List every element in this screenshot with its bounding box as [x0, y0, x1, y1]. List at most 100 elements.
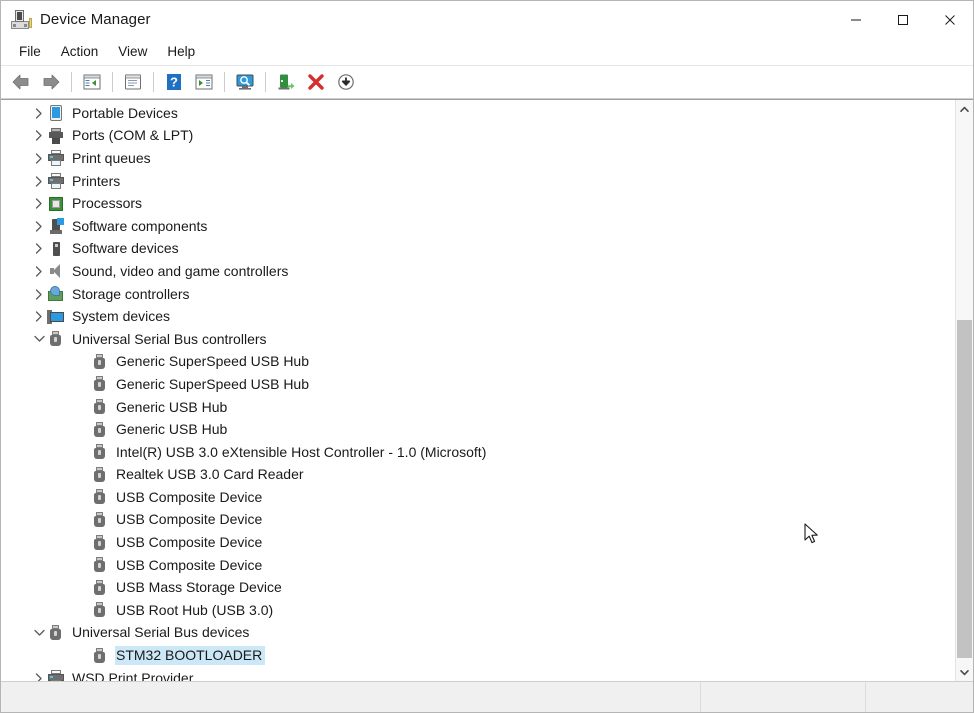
- device-tree[interactable]: Portable Devices Ports (COM & LPT) Print q…: [1, 100, 955, 681]
- expander-expanded[interactable]: [31, 622, 47, 644]
- minimize-button[interactable]: [832, 1, 879, 38]
- expander-collapsed[interactable]: [31, 215, 47, 237]
- chevron-right-icon: [35, 198, 43, 209]
- toolbar-separator: [224, 72, 225, 92]
- chevron-right-icon: [35, 108, 43, 119]
- statusbar-cell-3: [866, 682, 973, 712]
- tree-row-label: Generic SuperSpeed USB Hub: [115, 375, 312, 394]
- menu-item-file[interactable]: File: [9, 40, 51, 63]
- usb-icon: [91, 375, 109, 393]
- tree-row[interactable]: USB Composite Device: [1, 509, 955, 532]
- usb-icon: [91, 556, 109, 574]
- usb-icon: [91, 488, 109, 506]
- menu-item-view[interactable]: View: [108, 40, 157, 63]
- menu-item-action[interactable]: Action: [51, 40, 109, 63]
- tree-row-label: USB Composite Device: [115, 556, 265, 575]
- tree-row[interactable]: USB Composite Device: [1, 554, 955, 577]
- window-controls: [832, 1, 973, 38]
- tree-row[interactable]: USB Mass Storage Device: [1, 576, 955, 599]
- chevron-down-icon: [34, 629, 45, 637]
- expander-collapsed[interactable]: [31, 125, 47, 147]
- tree-row-label: Printers: [71, 172, 123, 191]
- tree-row-label: Realtek USB 3.0 Card Reader: [115, 465, 307, 484]
- tree-row[interactable]: WSD Print Provider: [1, 667, 955, 681]
- tree-row[interactable]: Generic SuperSpeed USB Hub: [1, 351, 955, 374]
- expander-collapsed[interactable]: [31, 667, 47, 681]
- expander-collapsed[interactable]: [31, 306, 47, 328]
- tree-row[interactable]: Processors: [1, 192, 955, 215]
- chevron-right-icon: [35, 153, 43, 164]
- disable-device-button[interactable]: [302, 69, 330, 95]
- statusbar-cell-2: [701, 682, 866, 712]
- tree-row[interactable]: Storage controllers: [1, 283, 955, 306]
- expander-collapsed[interactable]: [31, 193, 47, 215]
- update-driver-button[interactable]: [272, 69, 300, 95]
- tree-row[interactable]: Universal Serial Bus devices: [1, 622, 955, 645]
- content-area: Portable Devices Ports (COM & LPT) Print q…: [1, 99, 973, 681]
- tree-row[interactable]: STM32 BOOTLOADER: [1, 644, 955, 667]
- titlebar: Device Manager: [1, 1, 973, 38]
- tree-row-label: USB Composite Device: [115, 488, 265, 507]
- menu-item-help[interactable]: Help: [157, 40, 205, 63]
- show-hide-console-tree-button[interactable]: [78, 69, 106, 95]
- scrollbar-track[interactable]: [956, 118, 973, 663]
- tree-row[interactable]: System devices: [1, 305, 955, 328]
- system-device-icon: [47, 308, 65, 326]
- tree-row-label: Generic SuperSpeed USB Hub: [115, 352, 312, 371]
- help-button[interactable]: ?: [160, 69, 188, 95]
- tree-row[interactable]: USB Composite Device: [1, 486, 955, 509]
- close-icon: [944, 14, 956, 26]
- chevron-down-icon: [34, 335, 45, 343]
- usb-icon: [91, 466, 109, 484]
- tree-row[interactable]: Sound, video and game controllers: [1, 260, 955, 283]
- tree-row[interactable]: Generic USB Hub: [1, 418, 955, 441]
- uninstall-device-button[interactable]: [332, 69, 360, 95]
- vertical-scrollbar[interactable]: [955, 100, 973, 681]
- tree-row-label: Portable Devices: [71, 104, 181, 123]
- scan-for-hardware-changes-button[interactable]: [231, 69, 259, 95]
- scrollbar-thumb[interactable]: [957, 320, 972, 658]
- tree-row[interactable]: Generic USB Hub: [1, 396, 955, 419]
- tree-row[interactable]: Software components: [1, 215, 955, 238]
- usb-icon: [91, 579, 109, 597]
- expander-collapsed[interactable]: [31, 147, 47, 169]
- tree-row[interactable]: USB Composite Device: [1, 531, 955, 554]
- tree-row[interactable]: Portable Devices: [1, 102, 955, 125]
- close-button[interactable]: [926, 1, 973, 38]
- scroll-down-button[interactable]: [956, 663, 973, 681]
- expander-collapsed[interactable]: [31, 170, 47, 192]
- tree-row-label: Ports (COM & LPT): [71, 126, 196, 145]
- tree-row[interactable]: Realtek USB 3.0 Card Reader: [1, 464, 955, 487]
- svg-text:?: ?: [170, 75, 178, 90]
- chevron-right-icon: [35, 130, 43, 141]
- expander-collapsed[interactable]: [31, 238, 47, 260]
- scroll-up-button[interactable]: [956, 100, 973, 118]
- properties-button[interactable]: [119, 69, 147, 95]
- tree-row[interactable]: Universal Serial Bus controllers: [1, 328, 955, 351]
- tree-row-label: Sound, video and game controllers: [71, 262, 291, 281]
- tree-row-label: STM32 BOOTLOADER: [115, 646, 265, 665]
- tree-row[interactable]: Generic SuperSpeed USB Hub: [1, 373, 955, 396]
- tree-row-label: Universal Serial Bus controllers: [71, 330, 270, 349]
- show-hide-action-pane-button[interactable]: [190, 69, 218, 95]
- forward-button[interactable]: [37, 69, 65, 95]
- tree-row[interactable]: Ports (COM & LPT): [1, 125, 955, 148]
- minimize-icon: [850, 14, 862, 26]
- usb-icon: [91, 601, 109, 619]
- tree-row[interactable]: USB Root Hub (USB 3.0): [1, 599, 955, 622]
- chevron-right-icon: [35, 266, 43, 277]
- maximize-button[interactable]: [879, 1, 926, 38]
- tree-row[interactable]: Print queues: [1, 147, 955, 170]
- tree-row[interactable]: Printers: [1, 170, 955, 193]
- usb-icon: [91, 647, 109, 665]
- tree-row-label: USB Composite Device: [115, 510, 265, 529]
- device-manager-icon: [10, 9, 32, 31]
- expander-collapsed[interactable]: [31, 260, 47, 282]
- expander-collapsed[interactable]: [31, 102, 47, 124]
- scroll-up-icon: [960, 106, 969, 113]
- expander-expanded[interactable]: [31, 328, 47, 350]
- tree-row[interactable]: Intel(R) USB 3.0 eXtensible Host Control…: [1, 441, 955, 464]
- tree-row[interactable]: Software devices: [1, 238, 955, 261]
- expander-collapsed[interactable]: [31, 283, 47, 305]
- back-button[interactable]: [7, 69, 35, 95]
